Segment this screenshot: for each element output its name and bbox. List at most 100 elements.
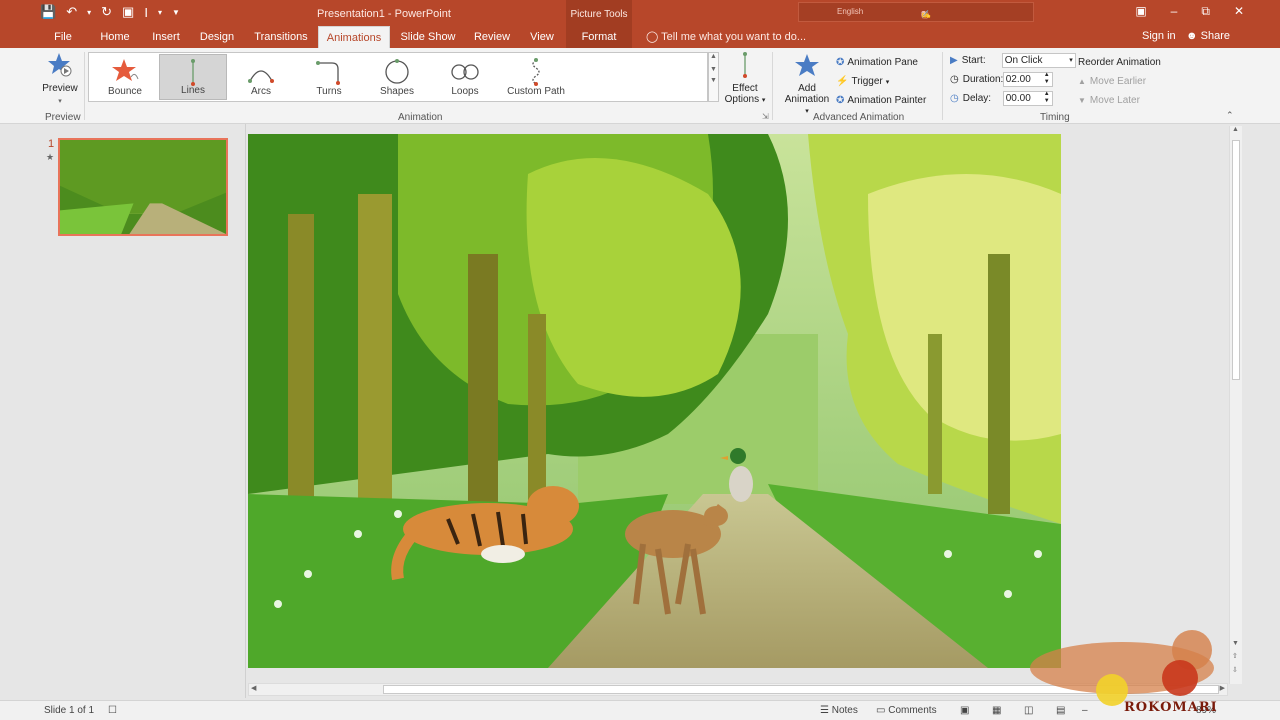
start-label: Start: [961, 55, 986, 66]
start-play-icon: ▶ [950, 55, 958, 66]
bounce-star-icon [112, 59, 139, 81]
tab-review[interactable]: Review [470, 26, 514, 48]
chevron-down-icon: ▾ [761, 97, 766, 104]
text-cursor-icon[interactable]: I [144, 5, 148, 20]
add-animation-button[interactable]: Add Animation ▾ [782, 52, 832, 116]
gallery-item-bounce[interactable]: Bounce [91, 54, 159, 100]
loops-path-icon [451, 64, 479, 80]
slide-canvas[interactable] [248, 134, 1061, 668]
gallery-label: Arcs [251, 86, 271, 97]
undo-icon[interactable]: ↶ [66, 4, 77, 20]
tab-slide-show[interactable]: Slide Show [398, 26, 458, 48]
start-select-value: On Click [1004, 55, 1043, 66]
spellcheck-icon[interactable]: ☐ [108, 705, 117, 716]
tab-design[interactable]: Design [196, 26, 238, 48]
gallery-item-loops[interactable]: Loops [431, 54, 499, 100]
slide-sorter-icon[interactable]: ▦ [992, 705, 1001, 716]
divider [84, 52, 85, 120]
tab-file[interactable]: File [46, 26, 80, 48]
delay-value: 00.00 [1005, 93, 1031, 104]
animation-gallery: Bounce Lines Arcs Turns Shapes Loops Cus… [88, 52, 708, 102]
shapes-path-icon [385, 59, 409, 84]
normal-view-icon[interactable]: ▣ [960, 705, 969, 716]
group-label-advanced-animation: Advanced Animation [813, 112, 905, 123]
slide-thumbnail-image [60, 140, 226, 234]
gallery-label: Loops [451, 86, 479, 97]
tab-home[interactable]: Home [96, 26, 134, 48]
tab-view[interactable]: View [524, 26, 560, 48]
undo-dropdown-icon[interactable]: ▾ [87, 8, 91, 17]
vertical-scroll-thumb[interactable] [1232, 140, 1240, 380]
delay-spinner[interactable]: 00.00 ▲ ▼ [1002, 91, 1053, 106]
effect-options-label-2: Options [724, 94, 760, 105]
gallery-scrollbar[interactable]: ▲ ▼ ▼ [708, 52, 719, 102]
gallery-label: Lines [181, 85, 205, 96]
gallery-item-shapes[interactable]: Shapes [363, 54, 431, 100]
from-beginning-icon[interactable]: ▣ [122, 4, 134, 20]
redo-icon[interactable]: ↻ [101, 4, 112, 20]
comment-icon: ▭ [876, 705, 886, 716]
save-icon[interactable]: 💾 [40, 4, 56, 20]
chevron-down-icon: ▾ [58, 98, 62, 105]
gallery-label: Bounce [108, 86, 142, 97]
add-animation-star-icon [795, 54, 819, 76]
animation-painter-label: Animation Painter [847, 95, 927, 106]
preview-button[interactable]: Preview ▾ [40, 52, 80, 106]
group-label-timing: Timing [1040, 112, 1070, 123]
comments-button[interactable]: ▭ Comments [876, 705, 937, 716]
scroll-left-icon[interactable]: ◀ [251, 684, 256, 692]
gallery-item-lines[interactable]: Lines [159, 54, 227, 100]
customize-qat-icon[interactable]: ▼ [172, 8, 180, 17]
divider [772, 52, 773, 120]
gallery-item-arcs[interactable]: Arcs [227, 54, 295, 100]
slide-number: 1 [48, 138, 55, 150]
ribbon-display-icon[interactable]: ▣ [1135, 4, 1146, 19]
tell-me-box[interactable]: ◯ Tell me what you want to do... [646, 30, 806, 43]
comments-label: Comments [888, 705, 937, 716]
quick-access-toolbar: 💾 ↶ ▾ ↻ ▣ I ▾ ▼ [40, 2, 180, 22]
effect-options-button[interactable]: Effect Options ▾ [723, 52, 767, 105]
slide-thumbnail[interactable] [58, 138, 228, 236]
more-icon[interactable]: ▼ [709, 77, 718, 84]
scroll-down-icon[interactable]: ▼ [709, 66, 718, 73]
spinner-arrows-icon[interactable]: ▲ ▼ [1044, 72, 1050, 86]
trigger-button[interactable]: ⚡ Trigger ▾ [836, 72, 926, 91]
share-button[interactable]: ☻ Share [1186, 30, 1230, 42]
delay-label: Delay: [962, 93, 992, 104]
timing-group: ▶ Start: On Click ▾ ◷ Duration: 02.00 ▲ ▼… [950, 51, 1076, 108]
scroll-up-icon[interactable]: ▲ [709, 53, 718, 60]
tab-insert[interactable]: Insert [146, 26, 186, 48]
collapse-ribbon-icon[interactable]: ⌃ [1226, 110, 1234, 121]
animation-pane-icon: ✪ [836, 57, 845, 68]
duration-spinner[interactable]: 02.00 ▲ ▼ [1002, 72, 1053, 87]
effect-options-label-1: Effect [732, 83, 758, 94]
gallery-item-turns[interactable]: Turns [295, 54, 363, 100]
trigger-label: Trigger [851, 76, 883, 87]
spinner-arrows-icon[interactable]: ▲ ▼ [1044, 91, 1050, 105]
language-bar: English ▫ ✎ ⚙ ✍ ? ⓘ [798, 2, 1034, 22]
notes-button[interactable]: ☰ Notes [820, 705, 858, 716]
gallery-item-custom-path[interactable]: Custom Path [499, 54, 573, 100]
dialog-launcher-icon[interactable]: ⇲ [762, 112, 769, 121]
divider [942, 52, 943, 120]
animation-painter-button[interactable]: ✪ Animation Painter [836, 91, 926, 110]
restore-icon[interactable]: ⧉ [1201, 4, 1210, 19]
animation-pane-label: Animation Pane [847, 57, 918, 68]
animation-pane-button[interactable]: ✪ Animation Pane [836, 53, 926, 72]
tab-format[interactable]: Format [566, 26, 632, 48]
minimize-icon[interactable]: – [1171, 4, 1178, 19]
info-icon[interactable]: ⓘ [921, 10, 929, 21]
person-icon: ☻ [1186, 30, 1198, 42]
sign-in-link[interactable]: Sign in [1142, 30, 1176, 42]
close-icon[interactable]: ✕ [1234, 4, 1244, 19]
scroll-up-icon[interactable]: ▲ [1232, 126, 1239, 133]
effect-options-icon [743, 52, 747, 78]
start-select[interactable]: On Click ▾ [1001, 53, 1076, 68]
animation-marker-icon: ★ [46, 152, 55, 162]
move-later-button[interactable]: ▼ Move Later [1078, 91, 1161, 110]
tab-transitions[interactable]: Transitions [250, 26, 312, 48]
move-earlier-button[interactable]: ▲ Move Earlier [1078, 72, 1161, 91]
slide-thumbnails-pane: 1 ★ [38, 124, 246, 698]
tab-animations[interactable]: Animations [318, 26, 390, 48]
cursor-dropdown-icon[interactable]: ▾ [158, 8, 162, 17]
